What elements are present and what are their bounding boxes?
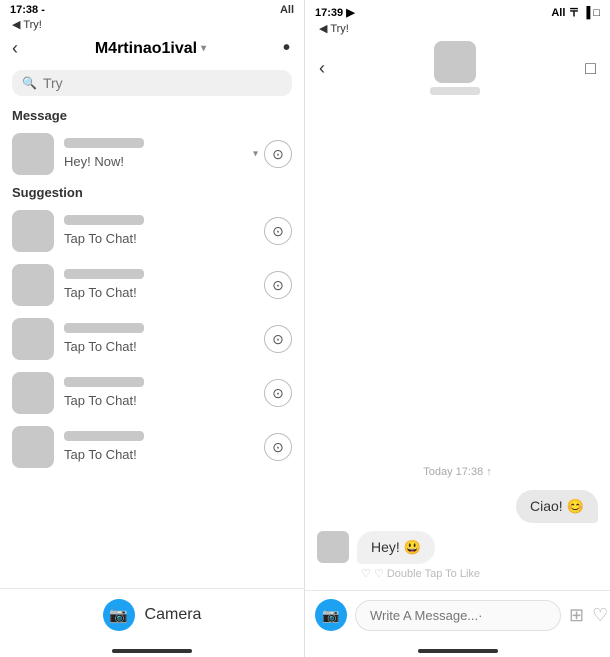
suggestion-name-bar-3 bbox=[64, 323, 144, 333]
bubble-left-content: Hey! 😃 ♡ ♡ Double Tap To Like bbox=[357, 531, 480, 580]
bubble-left: Hey! 😃 bbox=[357, 531, 435, 564]
message-name-bar bbox=[64, 138, 144, 148]
suggestion-preview-3: Tap To Chat! bbox=[64, 339, 137, 354]
chat-avatar-area bbox=[430, 41, 480, 95]
suggestion-name-bar-4 bbox=[64, 377, 144, 387]
time-left: 17:38 - bbox=[10, 4, 45, 16]
suggestion-name-bar-2 bbox=[64, 269, 144, 279]
heart-reaction-icon[interactable]: ♡ bbox=[592, 605, 608, 626]
suggestion-content-1: Tap To Chat! bbox=[64, 215, 254, 248]
chat-input-bar: 📷 ⊞ ♡ bbox=[305, 590, 610, 649]
suggestion-item-1[interactable]: Tap To Chat! ⊙ bbox=[0, 204, 304, 258]
chat-messages: Today 17:38 ↑ Ciao! 😊 Hey! 😃 ♡ ♡ Double … bbox=[305, 105, 610, 590]
suggestion-preview-2: Tap To Chat! bbox=[64, 285, 137, 300]
suggestion-item-3[interactable]: Tap To Chat! ⊙ bbox=[0, 312, 304, 366]
suggestion-content-3: Tap To Chat! bbox=[64, 323, 254, 356]
avatar-suggestion-1 bbox=[12, 210, 54, 252]
camera-input-icon: 📷 bbox=[322, 607, 339, 624]
suggestion-content-5: Tap To Chat! bbox=[64, 431, 254, 464]
search-icon: 🔍 bbox=[22, 76, 37, 90]
status-bar-left: 17:38 - All bbox=[0, 0, 304, 18]
suggestion-preview-1: Tap To Chat! bbox=[64, 231, 137, 246]
bubble-left-avatar bbox=[317, 531, 349, 563]
suggestion-name-bar-1 bbox=[64, 215, 144, 225]
suggestion-item-5[interactable]: Tap To Chat! ⊙ bbox=[0, 420, 304, 474]
avatar-suggestion-2 bbox=[12, 264, 54, 306]
camera-icon-s3[interactable]: ⊙ bbox=[264, 325, 292, 353]
right-panel: 17:39 ▶ All 〒 ▐ □ ◀ Try! ‹ □ Today 17:38… bbox=[305, 0, 610, 657]
camera-icon-s4[interactable]: ⊙ bbox=[264, 379, 292, 407]
search-bar: 🔍 bbox=[12, 70, 292, 96]
camera-icon-s5[interactable]: ⊙ bbox=[264, 433, 292, 461]
message-item[interactable]: Hey! Now! ▾ ⊙ bbox=[0, 127, 304, 181]
time-right: 17:39 ▶ bbox=[315, 6, 355, 19]
suggestion-preview-5: Tap To Chat! bbox=[64, 447, 137, 462]
chat-title: M4rtinao1ival ▾ bbox=[95, 40, 206, 58]
menu-dots[interactable]: • bbox=[283, 37, 292, 60]
network-right: All 〒 ▐ □ bbox=[551, 4, 600, 20]
camera-bottom-button[interactable]: 📷 bbox=[103, 599, 135, 631]
camera-icon-s2[interactable]: ⊙ bbox=[264, 271, 292, 299]
bubble-right: Ciao! 😊 bbox=[516, 490, 598, 523]
avatar-message bbox=[12, 133, 54, 175]
nav-header-left: ‹ M4rtinao1ival ▾ • bbox=[0, 33, 304, 66]
suggestion-content-2: Tap To Chat! bbox=[64, 269, 254, 302]
video-call-icon[interactable]: □ bbox=[585, 58, 596, 79]
back-button-right[interactable]: ‹ bbox=[319, 58, 325, 79]
try-label-right: ◀ Try! bbox=[305, 22, 610, 37]
home-indicator-right bbox=[418, 649, 498, 653]
status-bar-right: 17:39 ▶ All 〒 ▐ □ bbox=[305, 0, 610, 22]
suggestion-section-label: Suggestion bbox=[0, 181, 304, 204]
chat-avatar-right bbox=[434, 41, 476, 83]
camera-icon-s1[interactable]: ⊙ bbox=[264, 217, 292, 245]
title-text: M4rtinao1ival bbox=[95, 40, 197, 58]
avatar-suggestion-4 bbox=[12, 372, 54, 414]
heart-icon: ♡ bbox=[361, 568, 371, 580]
message-section-label: Message bbox=[0, 104, 304, 127]
double-tap-text: ♡ Double Tap To Like bbox=[374, 568, 480, 580]
suggestion-name-bar-5 bbox=[64, 431, 144, 441]
try-label-left: ◀ Try! bbox=[0, 18, 304, 33]
messages-spacer bbox=[317, 115, 598, 450]
avatar-suggestion-3 bbox=[12, 318, 54, 360]
suggestion-item-2[interactable]: Tap To Chat! ⊙ bbox=[0, 258, 304, 312]
chat-avatar-name-bar bbox=[430, 87, 480, 95]
left-panel: 17:38 - All ◀ Try! ‹ M4rtinao1ival ▾ • 🔍… bbox=[0, 0, 305, 657]
camera-input-button[interactable]: 📷 bbox=[315, 599, 347, 631]
back-button-left[interactable]: ‹ bbox=[12, 38, 18, 59]
camera-icon-message[interactable]: ⊙ bbox=[264, 140, 292, 168]
home-indicator-left bbox=[112, 649, 192, 653]
chat-header-icons: □ bbox=[585, 58, 596, 79]
message-preview: Hey! Now! bbox=[64, 154, 124, 169]
network-left: All bbox=[280, 4, 294, 16]
image-attach-icon[interactable]: ⊞ bbox=[569, 605, 584, 626]
chat-header-right: ‹ □ bbox=[305, 37, 610, 105]
message-input[interactable] bbox=[355, 600, 561, 631]
camera-bottom-label: Camera bbox=[145, 606, 202, 624]
suggestion-preview-4: Tap To Chat! bbox=[64, 393, 137, 408]
suggestion-content-4: Tap To Chat! bbox=[64, 377, 254, 410]
bubble-left-area: Hey! 😃 ♡ ♡ Double Tap To Like bbox=[317, 531, 598, 580]
suggestion-item-4[interactable]: Tap To Chat! ⊙ bbox=[0, 366, 304, 420]
double-tap-label[interactable]: ♡ ♡ Double Tap To Like bbox=[357, 567, 480, 580]
title-chevron: ▾ bbox=[201, 43, 206, 54]
avatar-suggestion-5 bbox=[12, 426, 54, 468]
camera-bottom-icon: 📷 bbox=[109, 606, 128, 624]
search-input[interactable] bbox=[43, 75, 282, 91]
timestamp-label: Today 17:38 ↑ bbox=[317, 466, 598, 478]
message-content: Hey! Now! bbox=[64, 138, 254, 171]
bottom-bar-left: 📷 Camera bbox=[0, 588, 304, 649]
dropdown-arrow-icon: ▾ bbox=[253, 149, 258, 160]
